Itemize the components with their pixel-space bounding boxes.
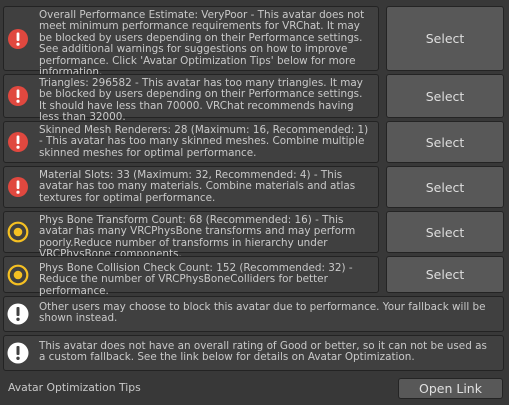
warning-row: Triangles: 296582 - This avatar has too … [3,74,504,123]
select-button[interactable]: Select [386,166,504,208]
warning-message: Triangles: 296582 - This avatar has too … [3,74,379,123]
select-button[interactable]: Select [386,74,504,118]
select-button[interactable]: Select [386,256,504,293]
warning-text: Skinned Mesh Renderers: 28 (Maximum: 16,… [39,124,369,159]
info-message: Other users may choose to block this ava… [3,296,504,332]
warning-row: Material Slots: 33 (Maximum: 32, Recomme… [3,166,504,208]
avatar-performance-panel: Overall Performance Estimate: VeryPoor -… [0,0,509,405]
warning-row: Phys Bone Transform Count: 68 (Recommend… [3,211,504,260]
error-icon [7,176,29,198]
optimization-tips-label: Avatar Optimization Tips [8,381,141,394]
warning-message: Phys Bone Transform Count: 68 (Recommend… [3,211,379,260]
warning-text: Material Slots: 33 (Maximum: 32, Recomme… [39,169,356,204]
warning-text: Phys Bone Transform Count: 68 (Recommend… [39,214,356,261]
warning-message: Material Slots: 33 (Maximum: 32, Recomme… [3,166,379,208]
warning-row: Phys Bone Collision Check Count: 152 (Re… [3,256,504,297]
select-button[interactable]: Select [386,121,504,163]
error-icon [7,131,29,153]
select-button[interactable]: Select [386,211,504,253]
info-text: This avatar does not have an overall rat… [39,340,487,364]
warning-text: Overall Performance Estimate: VeryPoor -… [39,9,365,79]
info-icon [7,303,29,325]
warning-message: Overall Performance Estimate: VeryPoor -… [3,6,379,78]
warning-message: Skinned Mesh Renderers: 28 (Maximum: 16,… [3,121,379,163]
error-icon [7,85,29,107]
warning-text: Triangles: 296582 - This avatar has too … [39,77,363,124]
optimization-tips-footer: Avatar Optimization Tips Open Link [3,375,504,401]
select-button[interactable]: Select [386,6,504,71]
warning-icon [7,221,29,243]
error-icon [7,28,29,50]
open-link-button[interactable]: Open Link [398,378,503,399]
info-icon [7,342,29,364]
warning-icon [7,264,29,286]
warning-message: Phys Bone Collision Check Count: 152 (Re… [3,256,379,297]
info-text: Other users may choose to block this ava… [39,301,486,325]
warning-text: Phys Bone Collision Check Count: 152 (Re… [39,262,353,297]
info-message: This avatar does not have an overall rat… [3,335,504,371]
warning-row: Skinned Mesh Renderers: 28 (Maximum: 16,… [3,121,504,163]
warning-row: Overall Performance Estimate: VeryPoor -… [3,6,504,78]
